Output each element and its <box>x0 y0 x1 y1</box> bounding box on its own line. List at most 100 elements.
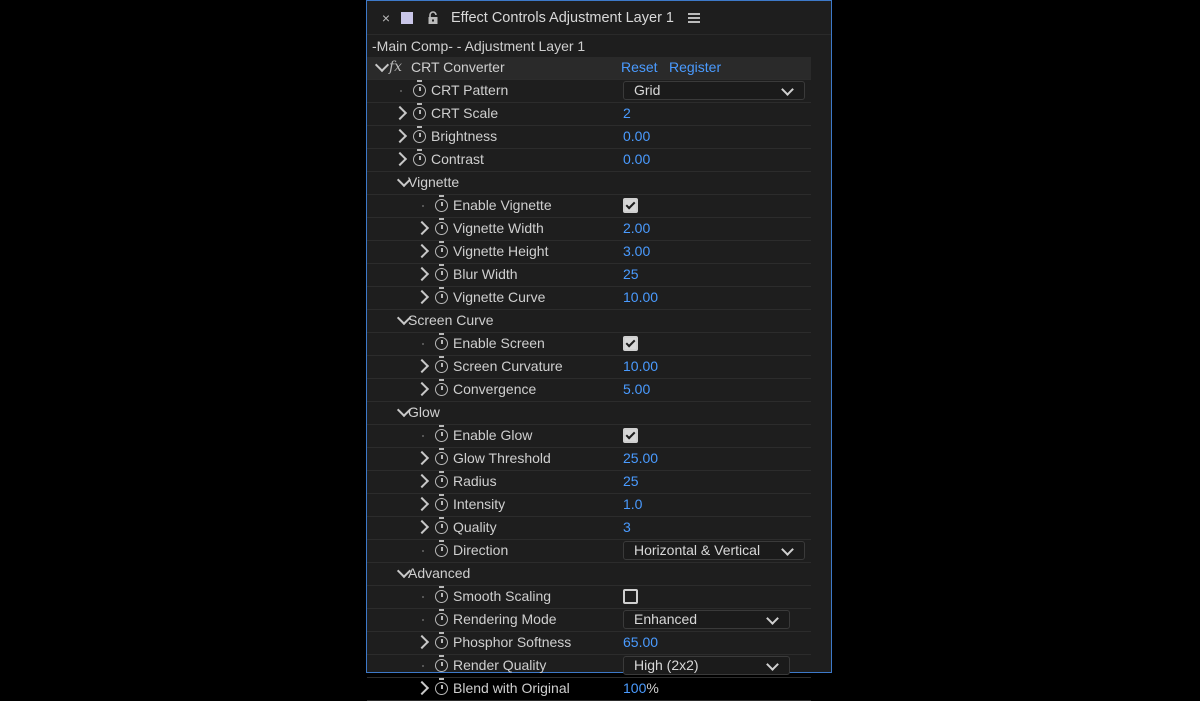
param-number[interactable]: 3.00 <box>623 243 650 259</box>
expand-icon[interactable] <box>414 289 430 305</box>
param-value[interactable]: 2.00 <box>623 218 650 239</box>
param-contrast[interactable]: Contrast 0.00 <box>367 149 811 172</box>
param-number[interactable]: 25 <box>623 266 639 282</box>
stopwatch-icon[interactable] <box>435 356 448 373</box>
param-crt-scale[interactable]: CRT Scale 2 <box>367 103 811 126</box>
param-number[interactable]: 0.00 <box>623 128 650 144</box>
param-value[interactable]: 3 <box>623 517 631 538</box>
expand-icon[interactable] <box>414 220 430 236</box>
param-value[interactable]: 25 <box>623 471 639 492</box>
param-dropdown[interactable]: Horizontal & Vertical <box>623 541 805 560</box>
stopwatch-icon[interactable] <box>413 80 426 97</box>
param-brightness[interactable]: Brightness 0.00 <box>367 126 811 149</box>
stopwatch-icon[interactable] <box>435 333 448 350</box>
param-value[interactable]: 5.00 <box>623 379 650 400</box>
param-number[interactable]: 5.00 <box>623 381 650 397</box>
stopwatch-icon[interactable] <box>413 103 426 120</box>
param-checkbox[interactable] <box>623 336 638 351</box>
collapse-icon[interactable] <box>374 57 390 73</box>
param-value[interactable]: 0.00 <box>623 126 650 147</box>
stopwatch-icon[interactable] <box>435 655 448 672</box>
param-value[interactable]: 65.00 <box>623 632 658 653</box>
param-screen-curvature[interactable]: Screen Curvature 10.00 <box>367 356 811 379</box>
param-number[interactable]: 100 <box>623 680 646 696</box>
group-glow[interactable]: Glow <box>367 402 811 425</box>
expand-icon[interactable] <box>414 243 430 259</box>
fx-icon[interactable]: fx <box>389 57 402 78</box>
effect-header-row[interactable]: fx CRT Converter Reset Register <box>367 57 811 80</box>
param-radius[interactable]: Radius 25 <box>367 471 811 494</box>
param-number[interactable]: 2.00 <box>623 220 650 236</box>
param-number[interactable]: 1.0 <box>623 496 642 512</box>
param-number[interactable]: 25 <box>623 473 639 489</box>
param-value[interactable]: 25.00 <box>623 448 658 469</box>
stopwatch-icon[interactable] <box>435 287 448 304</box>
param-checkbox[interactable] <box>623 589 638 604</box>
param-number[interactable]: 10.00 <box>623 289 658 305</box>
group-advanced[interactable]: Advanced <box>367 563 811 586</box>
register-link[interactable]: Register <box>669 57 721 78</box>
param-vignette-curve[interactable]: Vignette Curve 10.00 <box>367 287 811 310</box>
param-value[interactable]: 10.00 <box>623 356 658 377</box>
stopwatch-icon[interactable] <box>413 126 426 143</box>
expand-icon[interactable] <box>414 473 430 489</box>
param-intensity[interactable]: Intensity 1.0 <box>367 494 811 517</box>
param-value[interactable]: 0.00 <box>623 149 650 170</box>
param-value[interactable]: 2 <box>623 103 631 124</box>
param-crt-pattern[interactable]: CRT Pattern Grid <box>367 80 811 103</box>
param-number[interactable]: 65.00 <box>623 634 658 650</box>
expand-icon[interactable] <box>414 519 430 535</box>
stopwatch-icon[interactable] <box>435 540 448 557</box>
param-checkbox[interactable] <box>623 428 638 443</box>
stopwatch-icon[interactable] <box>435 471 448 488</box>
stopwatch-icon[interactable] <box>435 425 448 442</box>
stopwatch-icon[interactable] <box>435 448 448 465</box>
param-enable-glow[interactable]: Enable Glow <box>367 425 811 448</box>
expand-icon[interactable] <box>392 151 408 167</box>
stopwatch-icon[interactable] <box>413 149 426 166</box>
expand-icon[interactable] <box>414 634 430 650</box>
param-value[interactable]: 1.0 <box>623 494 642 515</box>
expand-icon[interactable] <box>392 128 408 144</box>
param-enable-vignette[interactable]: Enable Vignette <box>367 195 811 218</box>
lock-icon[interactable] <box>427 10 439 25</box>
param-dropdown[interactable]: Enhanced <box>623 610 790 629</box>
param-direction[interactable]: Direction Horizontal & Vertical <box>367 540 811 563</box>
stopwatch-icon[interactable] <box>435 494 448 511</box>
param-value[interactable]: 3.00 <box>623 241 650 262</box>
panel-menu-icon[interactable] <box>688 11 700 25</box>
group-vignette[interactable]: Vignette <box>367 172 811 195</box>
param-convergence[interactable]: Convergence 5.00 <box>367 379 811 402</box>
stopwatch-icon[interactable] <box>435 264 448 281</box>
stopwatch-icon[interactable] <box>435 678 448 695</box>
close-icon[interactable]: × <box>377 10 395 26</box>
stopwatch-icon[interactable] <box>435 379 448 396</box>
param-dropdown[interactable]: Grid <box>623 81 805 100</box>
param-vignette-height[interactable]: Vignette Height 3.00 <box>367 241 811 264</box>
param-value[interactable]: 25 <box>623 264 639 285</box>
expand-icon[interactable] <box>414 450 430 466</box>
expand-icon[interactable] <box>414 358 430 374</box>
stopwatch-icon[interactable] <box>435 195 448 212</box>
stopwatch-icon[interactable] <box>435 218 448 235</box>
stopwatch-icon[interactable] <box>435 517 448 534</box>
param-number[interactable]: 2 <box>623 105 631 121</box>
stopwatch-icon[interactable] <box>435 241 448 258</box>
expand-icon[interactable] <box>392 105 408 121</box>
stopwatch-icon[interactable] <box>435 586 448 603</box>
stopwatch-icon[interactable] <box>435 609 448 626</box>
param-number[interactable]: 10.00 <box>623 358 658 374</box>
param-smooth-scaling[interactable]: Smooth Scaling <box>367 586 811 609</box>
param-number[interactable]: 3 <box>623 519 631 535</box>
param-number[interactable]: 25.00 <box>623 450 658 466</box>
param-vignette-width[interactable]: Vignette Width 2.00 <box>367 218 811 241</box>
param-blend-with-original[interactable]: Blend with Original 100% <box>367 678 811 701</box>
expand-icon[interactable] <box>414 680 430 696</box>
expand-icon[interactable] <box>414 381 430 397</box>
param-value[interactable]: 10.00 <box>623 287 658 308</box>
param-number[interactable]: 0.00 <box>623 151 650 167</box>
param-checkbox[interactable] <box>623 198 638 213</box>
param-value[interactable]: 100% <box>623 678 659 699</box>
reset-link[interactable]: Reset <box>621 57 658 78</box>
group-screen-curve[interactable]: Screen Curve <box>367 310 811 333</box>
